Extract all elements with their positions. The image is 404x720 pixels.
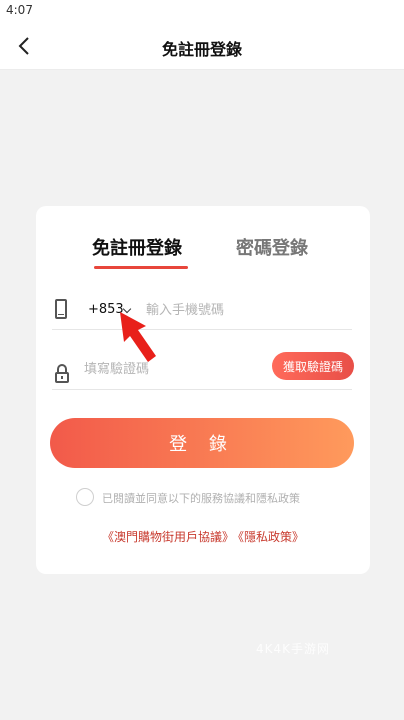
login-card: 免註冊登錄 密碼登錄 +853 獲取驗證碼 登 錄 已閱讀並同意以下的服務協議和… [36,206,370,574]
page-title: 免註冊登錄 [161,40,242,59]
phone-icon [55,299,67,319]
tab-password-login[interactable]: 密碼登錄 [236,234,308,260]
phone-row: +853 [52,292,352,330]
agreement-checkbox[interactable] [76,488,94,506]
phone-input[interactable] [146,292,346,329]
policy-links: 《澳門購物街用戶協議》 《隱私政策》 [36,528,370,545]
get-code-button[interactable]: 獲取驗證碼 [272,352,354,380]
login-button[interactable]: 登 錄 [50,418,354,468]
user-agreement-link[interactable]: 《澳門購物街用戶協議》 [102,530,234,544]
lock-icon [55,364,69,384]
status-bar: 4:07 [0,0,404,24]
verification-code-input[interactable] [84,350,254,389]
status-time: 4:07 [6,3,33,17]
tab-sms-login[interactable]: 免註冊登錄 [92,234,182,260]
agreement-row: 已閱讀並同意以下的服務協議和隱私政策 [76,488,356,508]
active-tab-indicator [94,266,188,269]
arrow-annotation-icon [120,312,156,362]
agreement-text: 已閱讀並同意以下的服務協議和隱私政策 [102,492,300,505]
watermark: 4K4K手游网 [256,642,331,656]
top-navigation-bar: 免註冊登錄 [0,24,404,70]
privacy-policy-link[interactable]: 《隱私政策》 [238,530,304,544]
